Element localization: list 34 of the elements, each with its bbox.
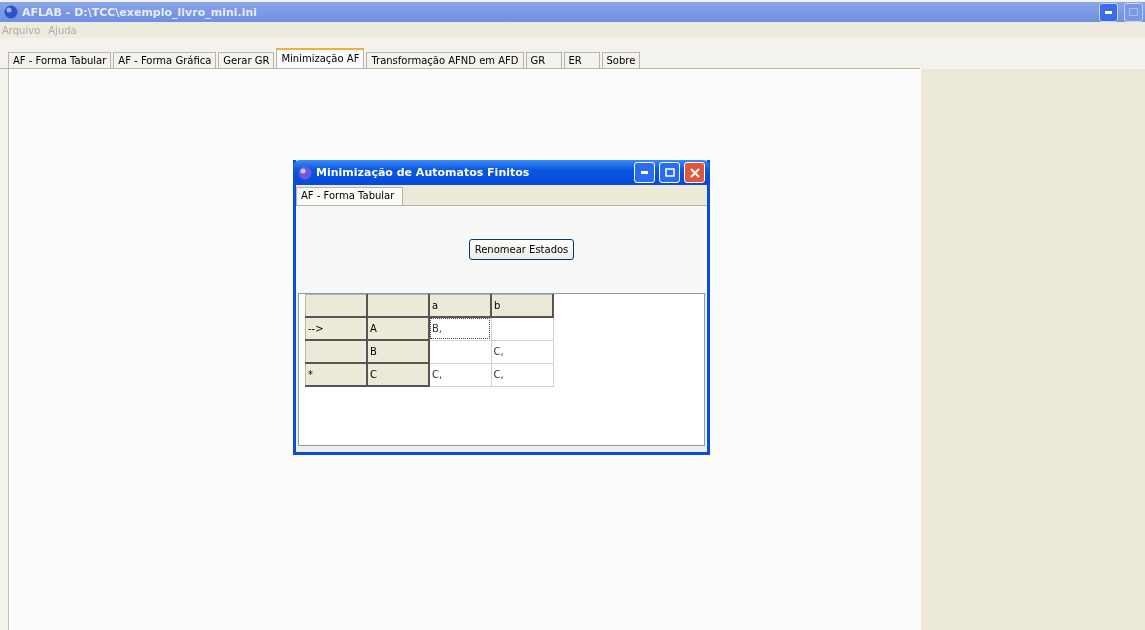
minimize-icon xyxy=(1105,10,1112,14)
column-header xyxy=(305,294,367,317)
maximize-icon xyxy=(664,168,675,177)
tab[interactable]: AF - Forma Tabular xyxy=(296,187,404,205)
column-header: b xyxy=(491,294,553,317)
close-button[interactable] xyxy=(684,162,705,183)
maximize-icon xyxy=(1129,8,1138,16)
tab[interactable]: GR xyxy=(525,52,562,68)
table-cell[interactable]: C, xyxy=(429,363,491,386)
tab[interactable]: AF - Forma Tabular xyxy=(8,52,112,68)
minimize-button[interactable] xyxy=(1099,2,1118,22)
tab[interactable]: Minimização AF xyxy=(276,48,365,68)
tab[interactable]: AF - Forma Gráfica xyxy=(113,52,217,68)
table-cell[interactable] xyxy=(429,340,491,363)
row-header: --> xyxy=(305,317,367,340)
table-cell[interactable]: B, xyxy=(429,317,491,340)
tab[interactable]: Gerar GR xyxy=(218,52,275,68)
tab[interactable]: Sobre xyxy=(601,52,641,68)
tab[interactable]: ER xyxy=(563,52,600,68)
tab[interactable]: Transformação AFND em AFD xyxy=(366,52,524,68)
window-title: AFLAB - D:\TCC\exemplo_livro_mini.ini xyxy=(22,5,258,19)
table-cell[interactable]: C, xyxy=(491,363,553,386)
table-cell[interactable]: C, xyxy=(491,340,553,363)
app-icon xyxy=(298,165,312,180)
app-icon xyxy=(4,5,18,19)
row-header: * xyxy=(305,363,367,386)
minimize-icon xyxy=(641,171,648,174)
column-header: a xyxy=(429,294,491,317)
row-header xyxy=(305,340,367,363)
close-icon xyxy=(689,167,700,178)
column-header xyxy=(367,294,429,317)
rename-states-button[interactable]: Renomear Estados xyxy=(468,239,575,260)
dialog-title: Minimização de Automatos Finitos xyxy=(316,166,530,179)
table-cell[interactable] xyxy=(491,317,553,340)
